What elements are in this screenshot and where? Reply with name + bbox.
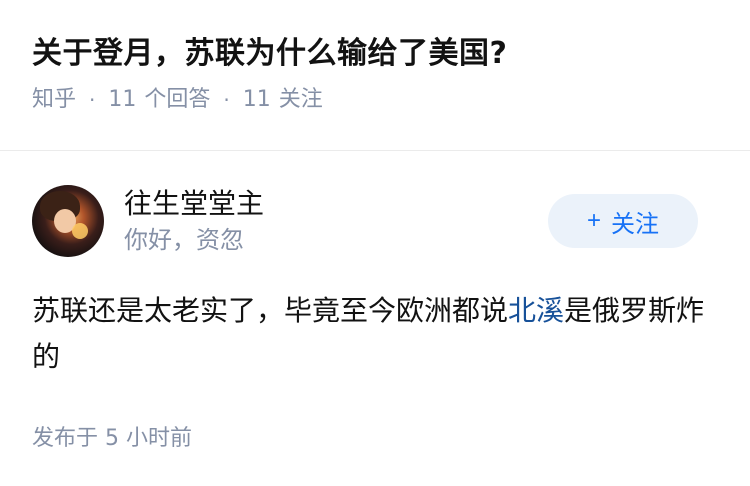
author-bio: 你好，资忽 <box>124 226 244 254</box>
author-row: 往生堂堂主 你好，资忽 + 关注 <box>32 184 718 258</box>
follow-button-label: 关注 <box>611 210 659 238</box>
answers-label[interactable]: 个回答 <box>144 84 210 116</box>
topic-link[interactable]: 北溪 <box>508 294 564 327</box>
question-title[interactable]: 关于登月，苏联为什么输给了美国? <box>32 32 718 76</box>
author-info: 往生堂堂主 你好，资忽 <box>124 185 264 257</box>
question-header: 关于登月，苏联为什么输给了美国? 知乎 · 11 个回答 · 11 关注 <box>0 0 750 120</box>
divider <box>0 150 750 151</box>
publish-time: 发布于 5 小时前 <box>32 426 192 451</box>
avatar[interactable] <box>32 185 104 257</box>
plus-icon: + <box>586 207 601 234</box>
question-meta: 知乎 · 11 个回答 · 11 关注 <box>32 84 718 116</box>
answer-content[interactable]: 苏联还是太老实了，毕竟至今欧洲都说北溪是俄罗斯炸的 <box>32 288 712 380</box>
answer-card: 往生堂堂主 你好，资忽 + 关注 苏联还是太老实了，毕竟至今欧洲都说北溪是俄罗斯… <box>0 184 750 452</box>
content-text-before: 苏联还是太老实了，毕竟至今欧洲都说 <box>32 294 509 327</box>
separator-dot: · <box>89 88 96 112</box>
source-label[interactable]: 知乎 <box>32 84 76 116</box>
answers-count: 11 <box>108 87 137 112</box>
followers-count: 11 <box>242 87 271 112</box>
follow-button[interactable]: + 关注 <box>548 194 698 248</box>
separator-dot: · <box>223 88 230 112</box>
followers-label: 关注 <box>278 87 323 112</box>
author-name[interactable]: 往生堂堂主 <box>124 185 264 223</box>
